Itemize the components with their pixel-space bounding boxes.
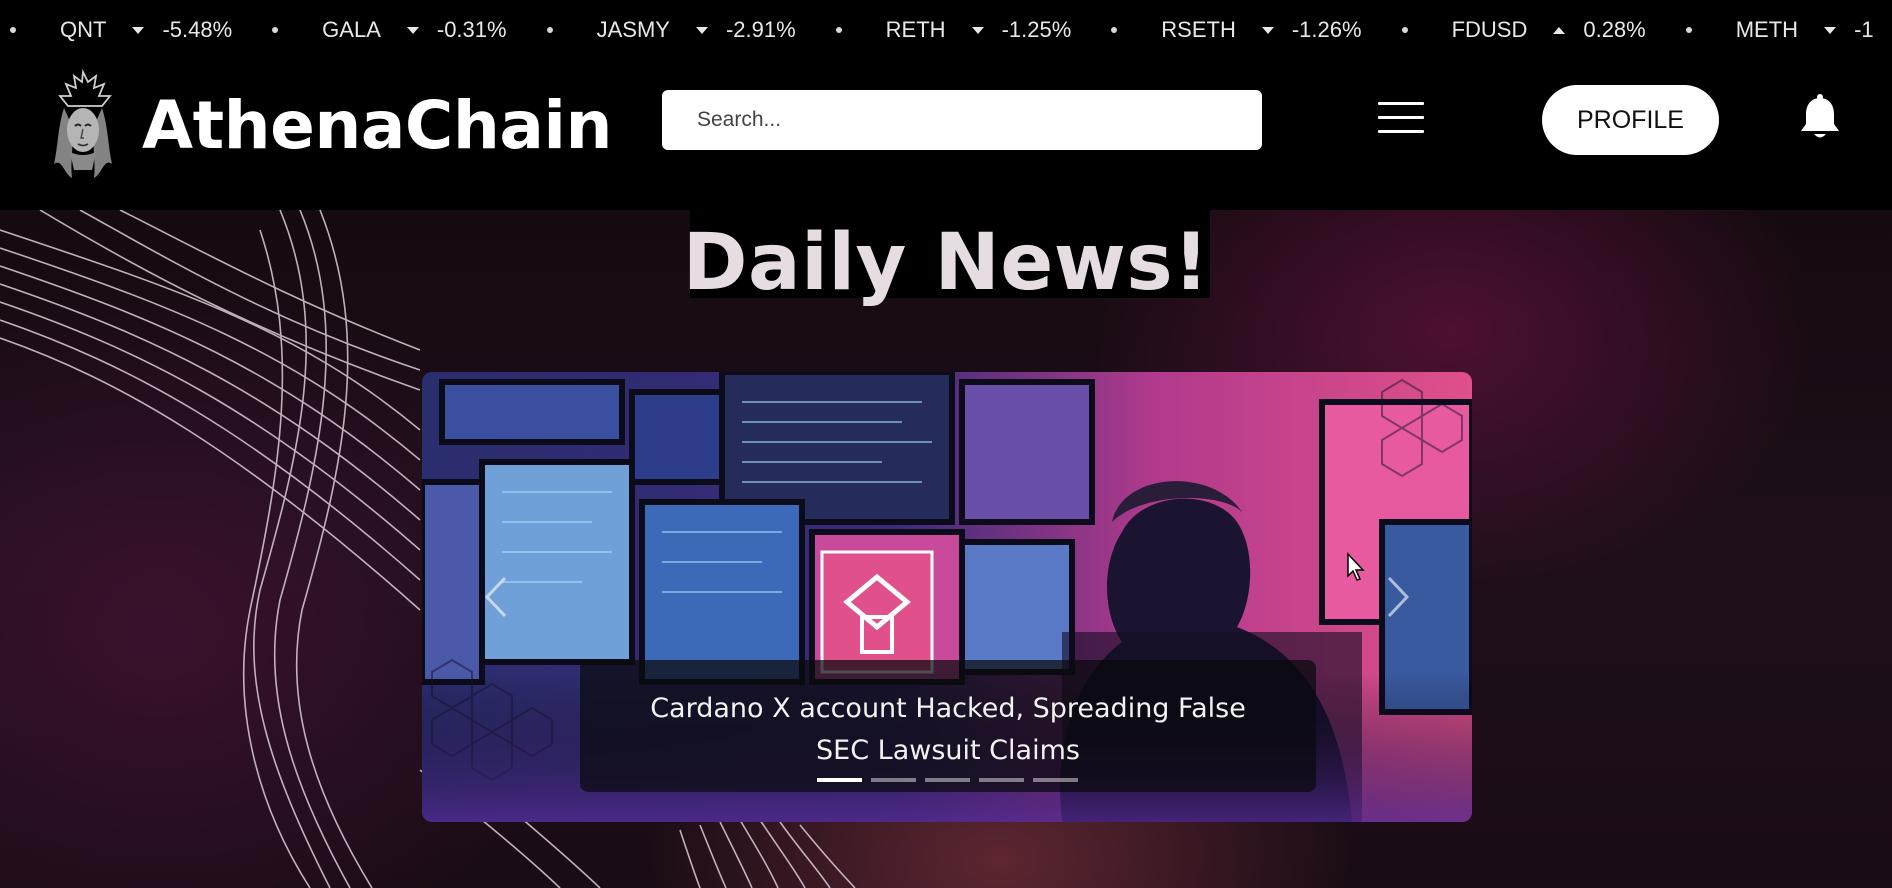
logo[interactable]: AthenaChain (44, 60, 612, 190)
ticker-item: JASMY -2.91% (546, 17, 836, 43)
ticker-change: -1.26% (1291, 17, 1362, 42)
carousel-indicator[interactable] (979, 778, 1024, 782)
separator-dot-icon (1685, 27, 1692, 33)
caret-up-icon (1553, 26, 1566, 34)
ticker-symbol: RSETH (1161, 17, 1236, 42)
news-caption[interactable]: Cardano X account Hacked, Spreading Fals… (580, 660, 1316, 792)
ticker-change: -2.91% (725, 17, 796, 42)
separator-dot-icon (10, 27, 16, 33)
separator-dot-icon (1111, 27, 1118, 33)
ticker-change: 0.28% (1583, 17, 1646, 42)
carousel-indicator[interactable] (871, 778, 916, 782)
ticker-item: FDUSD 0.28% (1401, 17, 1686, 43)
ticker-change: -1 (1854, 17, 1874, 42)
ticker-item: METH -1 (1685, 17, 1892, 43)
caret-down-icon (132, 26, 145, 34)
athena-head-icon (54, 68, 112, 178)
site-header: AthenaChain PROFILE (0, 60, 1892, 210)
chevron-left-icon[interactable] (477, 572, 517, 622)
ticker-symbol: QNT (60, 17, 107, 42)
main-content: Daily News! Cardano X account Hacked, Sp… (0, 210, 1892, 888)
caret-down-icon (1261, 26, 1274, 34)
separator-dot-icon (546, 27, 553, 33)
page-title: Daily News! (682, 218, 1210, 308)
caret-down-icon (695, 26, 708, 34)
ticker-item: RSETH -1.26% (1111, 17, 1401, 43)
search-input[interactable] (662, 90, 1262, 150)
ticker-item: RETH -1.25% (835, 17, 1112, 43)
caret-down-icon (971, 26, 984, 34)
ticker-symbol: METH (1735, 17, 1799, 42)
hamburger-icon[interactable] (1378, 102, 1424, 136)
profile-button[interactable]: PROFILE (1542, 85, 1719, 155)
price-ticker: QNT -5.48% GALA -0.31% JASMY -2.91% RETH -1.25%… (0, 0, 1892, 60)
separator-dot-icon (272, 27, 279, 33)
ticker-symbol: GALA (322, 17, 381, 42)
bell-icon[interactable] (1798, 94, 1842, 142)
chevron-right-icon[interactable] (1377, 572, 1417, 622)
separator-dot-icon (835, 27, 842, 33)
carousel-indicator[interactable] (1033, 778, 1078, 782)
ticker-track: QNT -5.48% GALA -0.31% JASMY -2.91% RETH -1.25%… (10, 0, 1892, 60)
mouse-cursor-icon (1347, 552, 1365, 581)
news-carousel[interactable]: Cardano X account Hacked, Spreading Fals… (422, 372, 1472, 822)
caret-down-icon (406, 26, 419, 34)
carousel-indicators (817, 778, 1087, 782)
ticker-symbol: RETH (885, 17, 946, 42)
ticker-change: -0.31% (436, 17, 507, 42)
caret-down-icon (1824, 26, 1837, 34)
carousel-indicator[interactable] (925, 778, 970, 782)
ticker-item: QNT -5.48% (10, 17, 272, 43)
ticker-symbol: FDUSD (1451, 17, 1528, 42)
ticker-symbol: JASMY (596, 17, 670, 42)
separator-dot-icon (1401, 27, 1408, 33)
ticker-change: -5.48% (162, 17, 233, 42)
carousel-indicator[interactable] (817, 778, 862, 782)
news-headline[interactable]: Cardano X account Hacked, Spreading Fals… (650, 693, 1246, 766)
brand-name: AthenaChain (142, 86, 612, 164)
ticker-item: GALA -0.31% (272, 17, 546, 43)
ticker-change: -1.25% (1001, 17, 1072, 42)
